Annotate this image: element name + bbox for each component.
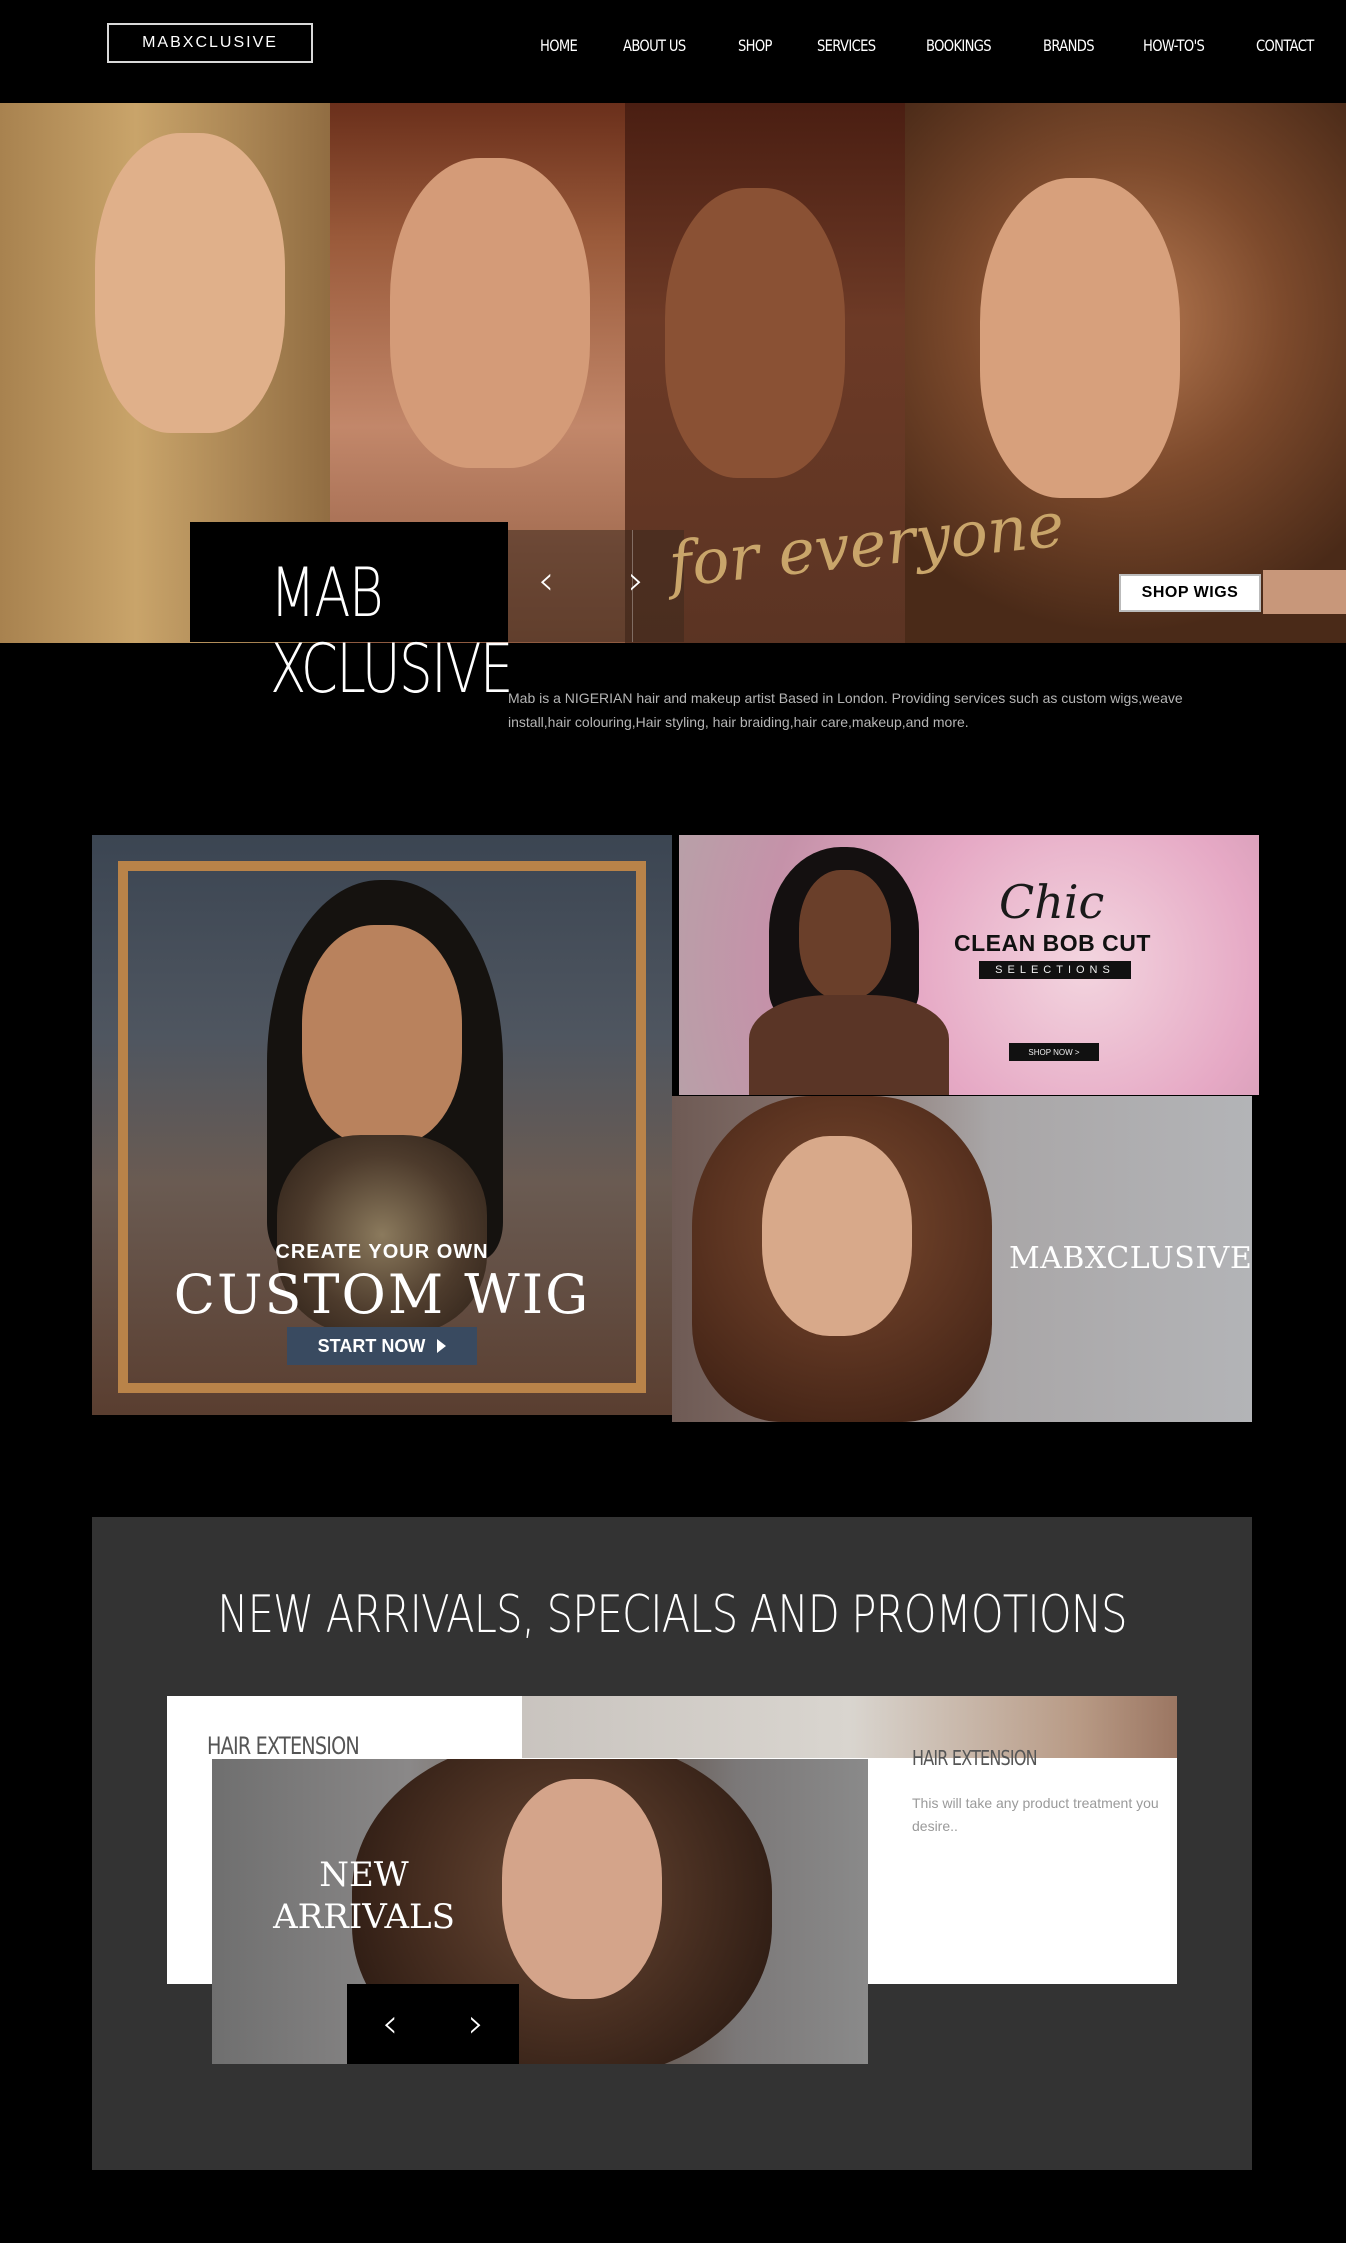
custom-wig-kicker: CREATE YOUR OWN bbox=[275, 1241, 489, 1263]
hero-face-1 bbox=[95, 133, 285, 433]
overlay-line1: NEW bbox=[319, 1855, 409, 1895]
bob-subtitle: SELECTIONS bbox=[979, 961, 1131, 979]
bob-title: CLEAN BOB CUT bbox=[954, 930, 1151, 956]
shop-wigs-button[interactable]: SHOP WIGS bbox=[1119, 574, 1261, 612]
arrivals-slider-nav: ‹ › bbox=[347, 1984, 519, 2064]
start-now-button[interactable]: START NOW bbox=[287, 1327, 477, 1365]
hero-title: MAB XCLUSIVE bbox=[270, 554, 513, 709]
hero-slider-nav: ‹ › bbox=[508, 530, 684, 642]
overlay-line2: ARRIVALS bbox=[273, 1897, 455, 1937]
nav-about-us[interactable]: ABOUT US bbox=[623, 36, 686, 55]
new-arrivals-section: NEW ARRIVALS, SPECIALS AND PROMOTIONS HA… bbox=[92, 1517, 1252, 2170]
hero-face-3 bbox=[665, 188, 845, 478]
custom-wig-banner[interactable]: CREATE YOUR OWN CUSTOM WIG START NOW bbox=[92, 835, 672, 1415]
nav-services[interactable]: SERVICES bbox=[817, 36, 876, 55]
nav-brands[interactable]: BRANDS bbox=[1043, 36, 1095, 55]
bob-model-body bbox=[749, 995, 949, 1095]
brand-banner-title: MABXCLUSIVE bbox=[1009, 1241, 1252, 1276]
arrivals-model-face bbox=[502, 1779, 662, 1999]
brand-banner[interactable]: MABXCLUSIVE bbox=[672, 1096, 1252, 1422]
start-now-label: START NOW bbox=[317, 1335, 426, 1356]
hero-face-2 bbox=[390, 158, 590, 468]
arrivals-card-title: HAIR EXTENSION bbox=[207, 1732, 360, 1760]
arrivals-card-description: This will take any product treatment you… bbox=[912, 1795, 1159, 1834]
brand-model-face bbox=[762, 1136, 912, 1336]
nav-contact[interactable]: CONTACT bbox=[1256, 36, 1314, 55]
bob-cut-banner[interactable]: Chic CLEAN BOB CUT SELECTIONS SHOP NOW > bbox=[679, 835, 1259, 1095]
new-arrivals-image[interactable]: NEW ARRIVALS ‹ › bbox=[212, 1759, 868, 2064]
arrivals-card-title-secondary: HAIR EXTENSION bbox=[912, 1746, 1038, 1770]
chevron-right-icon[interactable]: › bbox=[468, 2001, 484, 2047]
new-arrivals-heading: NEW ARRIVALS, SPECIALS AND PROMOTIONS bbox=[217, 1585, 1127, 1645]
hero-description: Mab is a NIGERIAN hair and makeup artist… bbox=[508, 690, 1183, 730]
bob-shop-now-button[interactable]: SHOP NOW > bbox=[1009, 1043, 1099, 1061]
nav-shop[interactable]: SHOP bbox=[738, 36, 772, 55]
main-nav: HOME ABOUT US SHOP SERVICES BOOKINGS BRA… bbox=[540, 36, 1346, 55]
chevron-left-icon[interactable]: ‹ bbox=[382, 2001, 398, 2047]
chevron-left-icon[interactable]: ‹ bbox=[538, 558, 554, 604]
arrivals-card-image-strip bbox=[522, 1696, 1177, 1758]
nav-how-tos[interactable]: HOW-TO'S bbox=[1143, 36, 1205, 55]
site-logo[interactable]: MABXCLUSIVE bbox=[107, 23, 313, 63]
chevron-right-icon[interactable]: › bbox=[628, 558, 644, 604]
shop-wigs-accent bbox=[1263, 570, 1346, 614]
bob-chic-script: Chic bbox=[999, 875, 1105, 929]
hero-title-line2: XCLUSIVE bbox=[270, 630, 513, 709]
nav-home[interactable]: HOME bbox=[540, 36, 578, 55]
custom-wig-title: CUSTOM WIG bbox=[173, 1263, 591, 1326]
hero-title-line1: MAB bbox=[270, 554, 384, 633]
play-icon bbox=[437, 1339, 447, 1353]
hero-face-4 bbox=[980, 178, 1180, 498]
nav-bookings[interactable]: BOOKINGS bbox=[926, 36, 992, 55]
new-arrivals-overlay-title: NEW ARRIVALS bbox=[264, 1854, 464, 1938]
bob-model-face bbox=[799, 870, 891, 1000]
